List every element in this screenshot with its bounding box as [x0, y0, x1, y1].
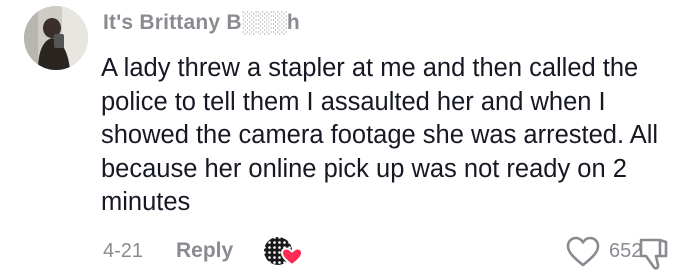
comment-text: A lady threw a stapler at me and then ca… — [101, 54, 659, 216]
like-button[interactable] — [565, 235, 601, 269]
creator-liked-badge[interactable] — [262, 235, 304, 269]
comment-date: 4-21 — [103, 240, 144, 262]
dislike-button[interactable] — [636, 234, 674, 272]
comment-item: It's Brittany B░░░h A lady threw a stapl… — [0, 0, 700, 276]
thumbs-down-icon — [639, 238, 668, 270]
reply-button[interactable]: Reply — [176, 239, 233, 263]
heart-outline-icon — [566, 236, 600, 267]
user-avatar[interactable] — [24, 6, 88, 70]
creator-liked-heart-icon — [264, 237, 304, 267]
username[interactable]: It's Brittany B░░░h — [103, 11, 300, 35]
avatar-photo — [24, 6, 88, 70]
